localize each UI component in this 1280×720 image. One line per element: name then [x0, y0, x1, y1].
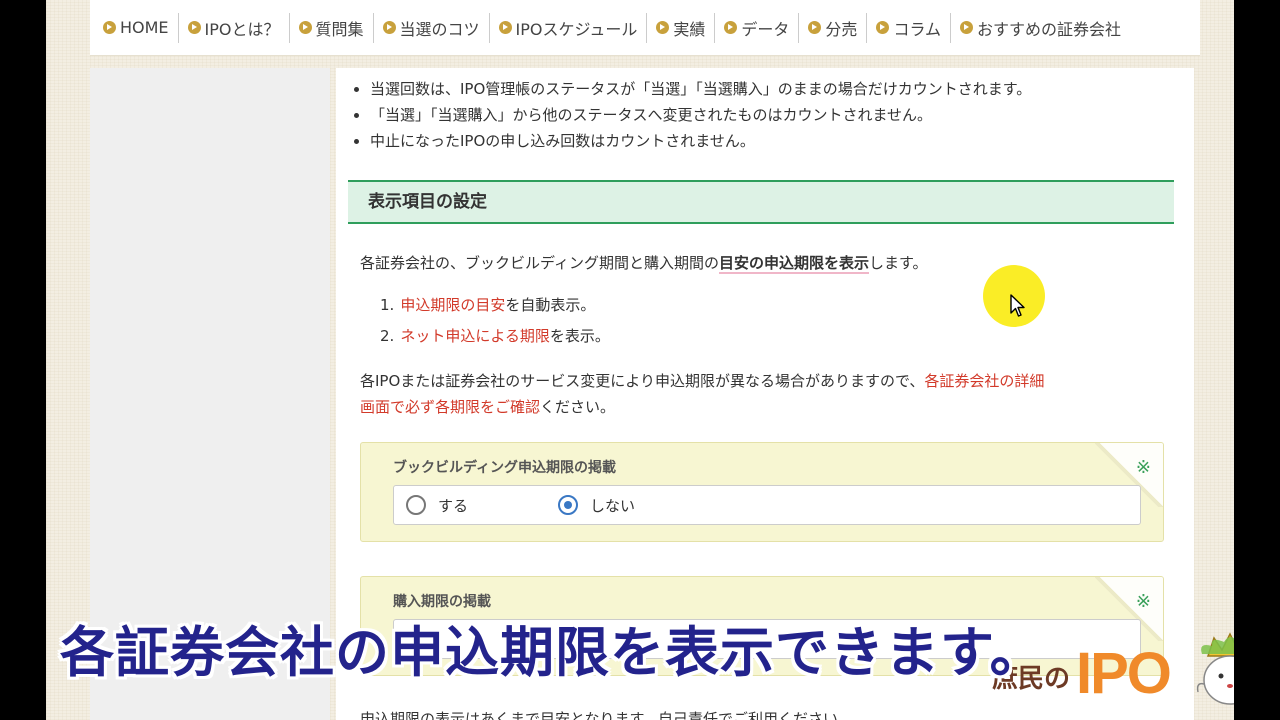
- arrow-circle-icon: [298, 21, 312, 34]
- radio-label: する: [438, 496, 469, 515]
- list-text: を自動表示。: [505, 296, 596, 314]
- logo-ipo: IPO: [1076, 641, 1172, 706]
- nav-label: 分売: [825, 19, 858, 39]
- nav-label: データ: [741, 19, 790, 39]
- section-title: 表示項目の設定: [348, 180, 1174, 224]
- nav-label: 実績: [673, 19, 706, 39]
- nav-label: IPOとは？: [204, 19, 280, 39]
- option-title: ブックビルディング申込期限の掲載: [393, 460, 617, 476]
- intro-highlight: 目安の申込期限を表示: [718, 254, 869, 274]
- red-text: 申込期限の目安: [400, 296, 506, 314]
- nav-label: IPOスケジュール: [515, 19, 638, 39]
- intro-before: 各証券会社の、ブックビルディング期間と購入期間の: [360, 254, 719, 272]
- list-item: 1. 申込期限の目安を自動表示。: [380, 290, 610, 321]
- mouse-cursor-icon: [1010, 294, 1025, 317]
- top-nav: HOME IPOとは？ 質問集 当選のコツ IPOスケジュール 実績 データ 分…: [90, 0, 1200, 56]
- nav-label: 質問集: [315, 19, 364, 39]
- arrow-circle-icon: [876, 21, 890, 34]
- nav-label: コラム: [893, 19, 941, 39]
- arrow-circle-icon: [724, 21, 738, 34]
- reference-mark-icon: ※: [1135, 457, 1151, 478]
- nav-label: HOME: [120, 18, 169, 37]
- notice-text: 各IPOまたは証券会社のサービス変更により申込期限が異なる場合がありますので、各…: [360, 368, 1160, 420]
- nav-data[interactable]: データ: [715, 12, 800, 43]
- list-item: 中止になったIPOの申し込み回数はカウントされません。: [352, 128, 1031, 154]
- radio-no[interactable]: しない: [558, 495, 635, 516]
- notice-red: 画面で必ず各期限をご確認: [360, 398, 541, 416]
- notice-plain: 各IPOまたは証券会社のサービス変更により申込期限が異なる場合がありますので、: [360, 372, 925, 390]
- arrow-circle-icon: [498, 21, 512, 34]
- radio-checked-icon[interactable]: [558, 495, 579, 515]
- arrow-circle-icon: [808, 21, 822, 34]
- bookbuilding-deadline-option: ブックビルディング申込期限の掲載 ※ する しない: [360, 442, 1164, 542]
- list-number: 1.: [380, 296, 395, 314]
- nav-recommended-brokers[interactable]: おすすめの証券会社: [951, 13, 1130, 43]
- list-text: を表示。: [549, 327, 610, 345]
- arrow-circle-icon: [959, 21, 973, 34]
- arrow-circle-icon: [103, 21, 116, 34]
- footer-note: 申込期限の表示はあくまで目安となります。自己責任でご利用ください。: [360, 710, 854, 720]
- red-text: ネット申込による期限: [400, 327, 550, 345]
- nav-column[interactable]: コラム: [867, 12, 951, 43]
- notice-red: 各証券会社の詳細: [924, 372, 1045, 390]
- list-item: 当選回数は、IPO管理帳のステータスが「当選」「当選購入」のままの場合だけカウン…: [352, 76, 1031, 102]
- radio-yes[interactable]: する: [406, 495, 468, 516]
- nav-what-is-ipo[interactable]: IPOとは？: [179, 12, 290, 43]
- nav-schedule[interactable]: IPOスケジュール: [490, 12, 648, 43]
- list-number: 2.: [380, 327, 395, 345]
- nav-home[interactable]: HOME: [94, 12, 179, 43]
- arrow-circle-icon: [382, 21, 396, 34]
- video-caption: 各証券会社の申込期限を表示できます。: [60, 621, 1045, 684]
- nav-label: 当選のコツ: [399, 19, 480, 39]
- notes-list: 当選回数は、IPO管理帳のステータスが「当選」「当選購入」のままの場合だけカウン…: [352, 76, 1031, 154]
- intro-after: します。: [868, 254, 928, 272]
- nav-faq[interactable]: 質問集: [290, 12, 374, 43]
- notice-plain: ください。: [540, 398, 616, 416]
- arrow-circle-icon: [656, 21, 670, 34]
- arrow-circle-icon: [187, 21, 201, 34]
- nav-results[interactable]: 実績: [647, 12, 716, 43]
- numbered-list: 1. 申込期限の目安を自動表示。 2. ネット申込による期限を表示。: [380, 290, 610, 352]
- nav-tips[interactable]: 当選のコツ: [374, 12, 490, 43]
- radio-label: しない: [590, 496, 636, 515]
- nav-label: おすすめの証券会社: [976, 19, 1121, 39]
- list-item: 2. ネット申込による期限を表示。: [380, 321, 610, 352]
- radio-unchecked-icon[interactable]: [406, 495, 426, 515]
- nav-bunbai[interactable]: 分売: [799, 12, 868, 43]
- page-background: HOME IPOとは？ 質問集 当選のコツ IPOスケジュール 実績 データ 分…: [46, 0, 1234, 720]
- radio-group: する しない: [393, 485, 1141, 525]
- reference-mark-icon: ※: [1135, 591, 1151, 612]
- list-item: 「当選」「当選購入」から他のステータスへ変更されたものはカウントされません。: [352, 102, 1031, 128]
- mascot-icon: [1196, 632, 1234, 705]
- intro-text: 各証券会社の、ブックビルディング期間と購入期間の目安の申込期限を表示します。: [360, 250, 927, 276]
